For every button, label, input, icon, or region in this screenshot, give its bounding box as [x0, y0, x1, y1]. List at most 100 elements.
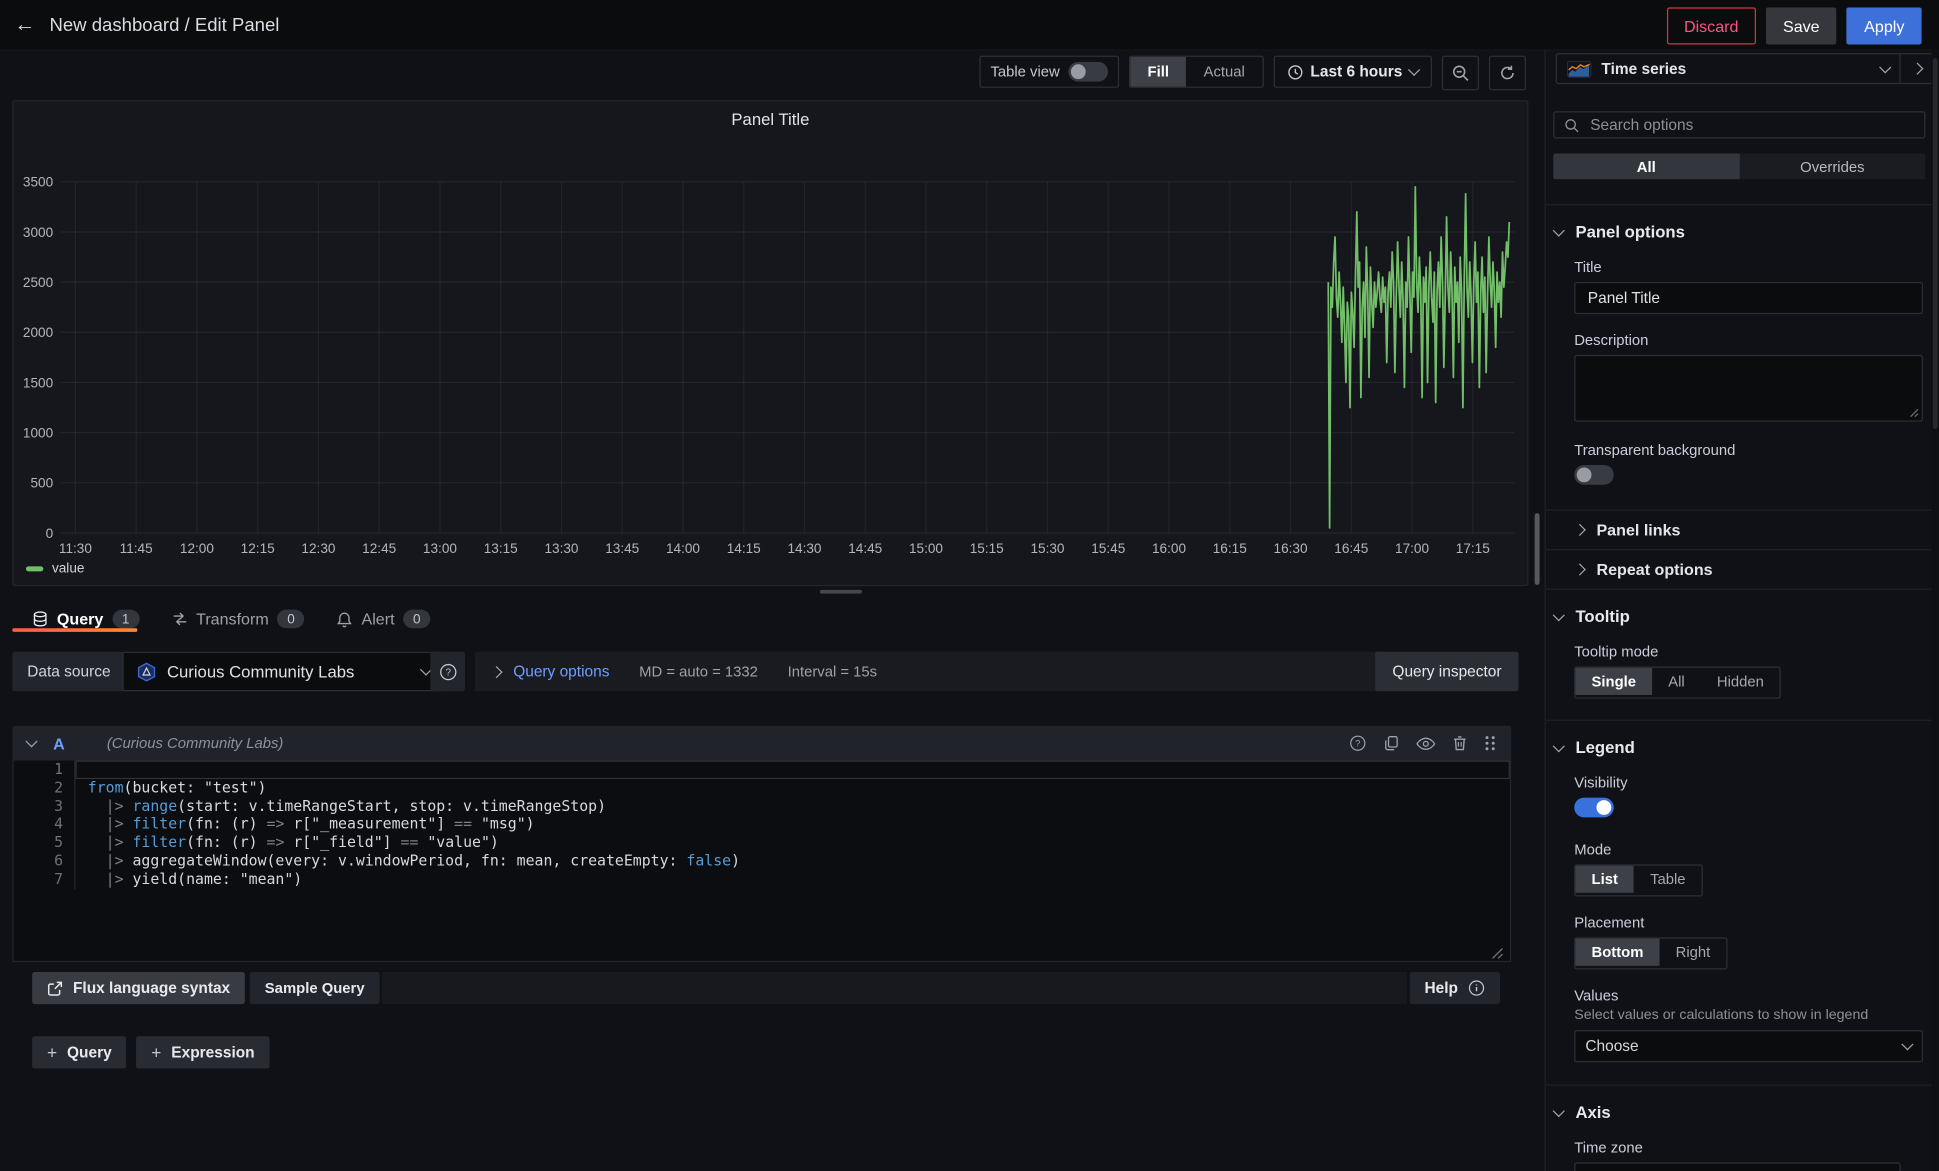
chevron-down-icon — [1553, 224, 1565, 236]
svg-text:?: ? — [445, 667, 451, 678]
code-line[interactable]: 1 — [14, 761, 1510, 779]
code-line[interactable]: 4 |> filter(fn: (r) => r["_measurement"]… — [14, 815, 1510, 833]
timezone-select[interactable]: Default — [1574, 1162, 1900, 1171]
section-axis[interactable]: Axis — [1546, 1086, 1932, 1122]
trash-icon[interactable] — [1452, 735, 1468, 752]
sample-query-button[interactable]: Sample Query — [250, 972, 379, 1004]
help-circle-icon[interactable]: ? — [1349, 735, 1366, 752]
panel-title-input[interactable] — [1585, 288, 1911, 308]
back-arrow-icon[interactable]: ← — [0, 12, 49, 37]
legend-visibility-toggle[interactable] — [1574, 798, 1614, 818]
datasource-help-button[interactable]: ? — [430, 652, 465, 692]
code-line[interactable]: 3 |> range(start: v.timeRangeStart, stop… — [14, 797, 1510, 815]
section-tooltip[interactable]: Tooltip — [1546, 590, 1932, 626]
tab-query-label: Query — [57, 610, 103, 629]
tooltip-all-option[interactable]: All — [1652, 668, 1701, 695]
description-textarea[interactable] — [1574, 355, 1923, 422]
options-search[interactable] — [1553, 111, 1925, 138]
left-pane-scrollbar-thumb[interactable] — [1535, 513, 1540, 585]
legend-values-select[interactable]: Choose — [1574, 1030, 1923, 1062]
visualization-picker: Time series — [1556, 53, 1932, 84]
query-inspector-button[interactable]: Query inspector — [1375, 652, 1519, 692]
svg-text:0: 0 — [46, 526, 54, 541]
line-number: 5 — [14, 834, 76, 852]
section-panel-options[interactable]: Panel options — [1546, 205, 1932, 241]
options-panel: Panel options Title Description Transpar… — [1546, 187, 1932, 1171]
zoom-out-button[interactable] — [1442, 56, 1479, 91]
series-line-value — [1328, 187, 1509, 528]
flux-query-code[interactable]: 1 2from(bucket: "test")3 |> range(start:… — [12, 761, 1511, 963]
sidebar-collapse-button[interactable] — [1899, 54, 1931, 82]
options-search-input[interactable] — [1588, 115, 1915, 135]
tab-alert[interactable]: Alert 0 — [337, 610, 431, 629]
section-panel-options-title: Panel options — [1575, 223, 1684, 242]
svg-text:1500: 1500 — [23, 375, 54, 390]
line-number: 1 — [14, 761, 76, 779]
code-line[interactable]: 5 |> filter(fn: (r) => r["_field"] == "v… — [14, 834, 1510, 852]
panel-links-row[interactable]: Panel links — [1546, 511, 1932, 549]
legend-mode-table[interactable]: Table — [1634, 866, 1702, 893]
add-query-row: + Query + Expression — [32, 1036, 269, 1068]
tab-alert-count: 0 — [403, 610, 430, 629]
actual-option[interactable]: Actual — [1186, 57, 1262, 87]
section-legend[interactable]: Legend — [1546, 721, 1932, 757]
filter-all-tab[interactable]: All — [1553, 153, 1739, 179]
tooltip-hidden-option[interactable]: Hidden — [1701, 668, 1780, 695]
footer-filler — [382, 972, 1407, 1004]
tab-transform[interactable]: Transform 0 — [171, 610, 304, 629]
section-tooltip-title: Tooltip — [1575, 607, 1629, 626]
legend-placement-bottom[interactable]: Bottom — [1575, 939, 1659, 966]
transparent-bg-toggle[interactable] — [1574, 465, 1614, 485]
line-number: 6 — [14, 852, 76, 870]
tab-query[interactable]: Query 1 — [32, 610, 139, 629]
code-line[interactable]: 7 |> yield(name: "mean") — [14, 870, 1510, 888]
time-range-picker[interactable]: Last 6 hours — [1273, 56, 1432, 88]
add-expression-button[interactable]: + Expression — [136, 1036, 269, 1068]
sidebar-scrollbar-thumb[interactable] — [1933, 58, 1938, 429]
clock-icon — [1287, 64, 1303, 80]
fill-option[interactable]: Fill — [1130, 57, 1186, 87]
breadcrumb: New dashboard / Edit Panel — [49, 14, 279, 35]
add-query-button[interactable]: + Query — [32, 1036, 126, 1068]
refresh-button[interactable] — [1489, 56, 1526, 91]
help-button[interactable]: Help — [1410, 972, 1500, 1004]
repeat-options-row[interactable]: Repeat options — [1546, 550, 1932, 588]
filter-overrides-tab[interactable]: Overrides — [1739, 153, 1925, 179]
flux-syntax-button[interactable]: Flux language syntax — [32, 972, 245, 1004]
panel-resize-handle[interactable] — [820, 590, 862, 594]
code-line[interactable]: 6 |> aggregateWindow(every: v.windowPeri… — [14, 852, 1510, 870]
svg-text:16:45: 16:45 — [1334, 541, 1368, 556]
save-button[interactable]: Save — [1766, 7, 1837, 44]
textarea-resize-grip[interactable] — [1908, 407, 1919, 418]
editor-resize-grip[interactable] — [1490, 946, 1504, 960]
legend-mode-list[interactable]: List — [1575, 866, 1634, 893]
svg-text:3500: 3500 — [23, 175, 54, 190]
collapse-query-icon[interactable] — [25, 735, 37, 747]
chevron-right-icon[interactable] — [490, 665, 502, 677]
visualization-select[interactable]: Time series — [1557, 54, 1900, 82]
svg-text:15:30: 15:30 — [1030, 541, 1064, 556]
question-circle-icon: ? — [438, 662, 457, 681]
svg-text:15:15: 15:15 — [970, 541, 1004, 556]
influxdb-icon — [136, 661, 157, 682]
chart-legend[interactable]: value — [26, 561, 84, 576]
chevron-right-icon — [1574, 524, 1586, 536]
legend-placement-right[interactable]: Right — [1660, 939, 1727, 966]
table-view-toggle[interactable] — [1068, 62, 1108, 82]
discard-button[interactable]: Discard — [1667, 7, 1756, 44]
drag-grip-icon[interactable] — [1484, 735, 1496, 752]
query-options-link[interactable]: Query options — [513, 663, 609, 680]
legend-values-desc: Select values or calculations to show in… — [1574, 1008, 1923, 1023]
svg-text:13:00: 13:00 — [423, 541, 457, 556]
code-line[interactable]: 2from(bucket: "test") — [14, 779, 1510, 797]
duplicate-icon[interactable] — [1383, 735, 1400, 752]
visualization-name: Time series — [1601, 60, 1686, 77]
datasource-picker[interactable]: Curious Community Labs — [122, 652, 444, 692]
title-field-label: Title — [1574, 258, 1923, 275]
query-ref-id[interactable]: A — [53, 734, 65, 753]
tooltip-single-option[interactable]: Single — [1575, 668, 1652, 695]
eye-icon[interactable] — [1416, 735, 1436, 751]
svg-text:14:00: 14:00 — [666, 541, 700, 556]
apply-button[interactable]: Apply — [1847, 7, 1922, 44]
timeseries-viz-icon — [1567, 60, 1592, 77]
